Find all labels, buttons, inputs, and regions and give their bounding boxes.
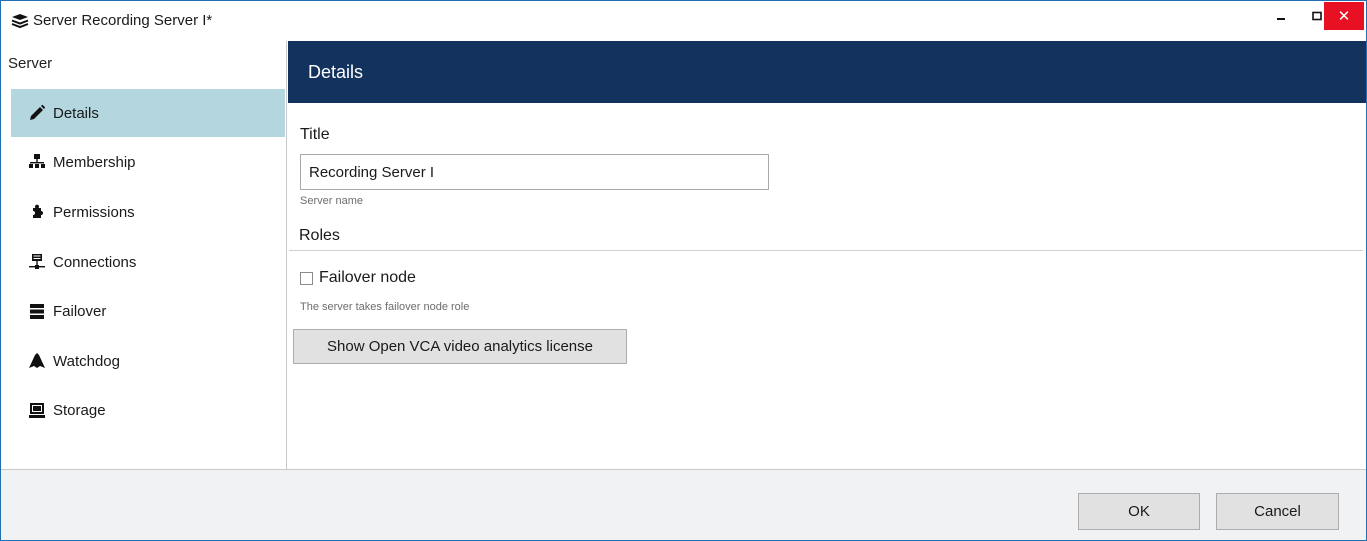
sidebar-item-label: Storage: [53, 401, 106, 419]
failover-node-label: Failover node: [319, 269, 416, 286]
cancel-button[interactable]: Cancel: [1216, 493, 1339, 530]
server-settings-window: Server Recording Server I* ✕ Server Deta…: [0, 0, 1367, 541]
sidebar-header: Server: [8, 55, 53, 72]
title-hint: Server name: [300, 195, 363, 207]
pencil-icon: [28, 104, 46, 122]
show-license-button[interactable]: Show Open VCA video analytics license: [293, 329, 627, 364]
details-header-title: Details: [308, 62, 364, 82]
ok-button[interactable]: OK: [1078, 493, 1200, 530]
sidebar-item-label: Watchdog: [53, 352, 120, 370]
details-panel: Title Server name Roles Failover node Th…: [288, 103, 1366, 469]
puzzle-icon: [28, 203, 46, 221]
sidebar: Server Details Membership Permissions Co…: [1, 41, 287, 469]
sidebar-item-label: Membership: [53, 153, 136, 171]
dog-icon: [28, 352, 46, 370]
sidebar-item-details[interactable]: Details: [11, 89, 285, 137]
title-bar[interactable]: Server Recording Server I* ✕: [1, 1, 1366, 41]
close-icon: ✕: [1337, 8, 1351, 25]
hard-drive-icon: [28, 401, 46, 419]
sidebar-item-permissions[interactable]: Permissions: [11, 188, 285, 236]
sidebar-item-connections[interactable]: Connections: [11, 238, 285, 286]
title-input[interactable]: [300, 154, 769, 190]
sidebar-item-storage[interactable]: Storage: [11, 386, 285, 434]
sidebar-item-label: Connections: [53, 253, 137, 271]
minimize-button[interactable]: [1263, 1, 1299, 31]
window-title: Server Recording Server I*: [33, 12, 213, 29]
minimize-icon: [1276, 8, 1286, 24]
sidebar-item-label: Failover: [53, 302, 107, 320]
details-header: Details: [288, 41, 1366, 103]
roles-divider: [289, 250, 1363, 251]
server-stack-icon: [11, 13, 29, 29]
sidebar-item-membership[interactable]: Membership: [11, 138, 285, 186]
failover-node-checkbox[interactable]: [300, 271, 313, 285]
failover-hint: The server takes failover node role: [300, 301, 470, 313]
sidebar-item-label: Details: [53, 104, 99, 122]
dialog-footer: OK Cancel: [1, 469, 1366, 540]
roles-label: Roles: [299, 227, 340, 244]
sidebar-item-failover[interactable]: Failover: [11, 287, 285, 335]
sidebar-item-label: Permissions: [53, 203, 135, 221]
title-label: Title: [300, 126, 330, 143]
failover-node-option[interactable]: Failover node: [300, 269, 416, 287]
close-button[interactable]: ✕: [1324, 2, 1364, 30]
network-icon: [28, 253, 46, 271]
sidebar-item-watchdog[interactable]: Watchdog: [11, 337, 285, 385]
hierarchy-icon: [28, 153, 46, 171]
server-rack-icon: [28, 302, 46, 320]
maximize-icon: [1312, 8, 1322, 24]
